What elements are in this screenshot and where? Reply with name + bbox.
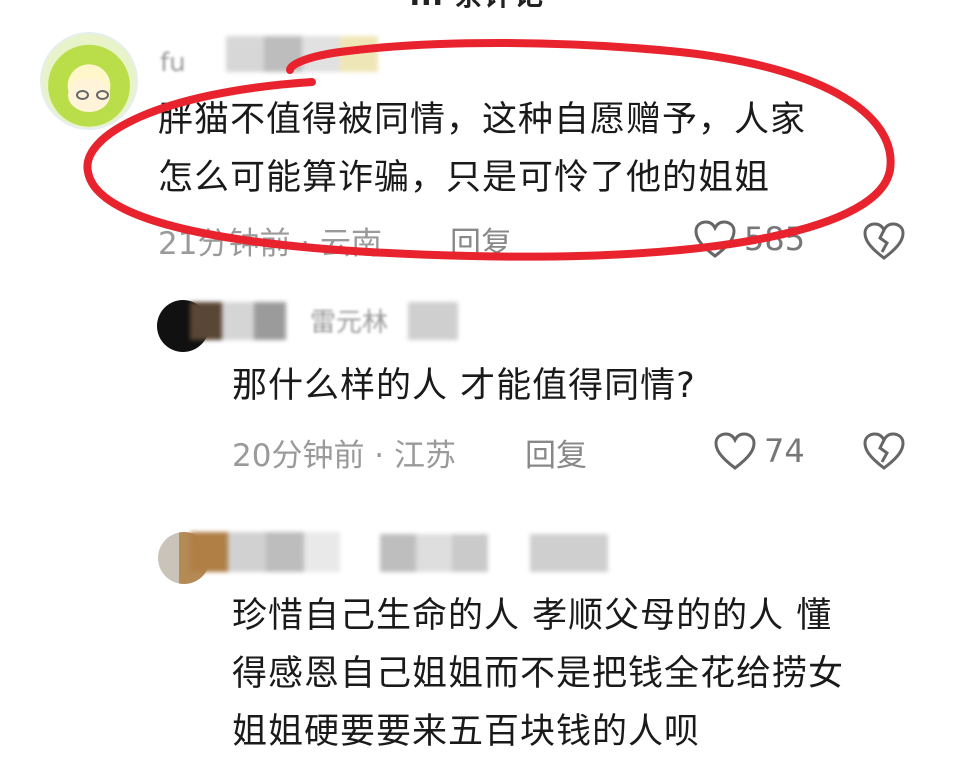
comment-text-line: 怎么可能算诈骗，只是可怜了他的姐姐 — [158, 158, 771, 198]
username-redaction — [408, 302, 458, 340]
username-redaction — [226, 36, 378, 72]
reply-button[interactable]: 回复 — [450, 218, 512, 263]
username-redaction — [380, 534, 488, 572]
comment-text-line: 姐姐硬要要来五百块钱的人呗 — [232, 712, 701, 752]
comment-meta: 20分钟前 · 江苏 — [232, 438, 457, 474]
avatar-eye — [76, 90, 89, 100]
comment-text-line: 珍惜自己生命的人 孝顺父母的的人 懂 — [232, 596, 833, 636]
username-redaction — [190, 532, 340, 572]
comment-meta: 21分钟前 · 云南 — [158, 226, 383, 262]
heart-icon[interactable] — [713, 432, 757, 472]
broken-heart-icon[interactable] — [862, 432, 906, 472]
broken-heart-icon[interactable] — [862, 222, 906, 262]
avatar[interactable] — [40, 32, 138, 130]
username-redaction — [530, 534, 608, 572]
comment-text-line: 那什么样的人 才能值得同情? — [232, 366, 696, 406]
username-redaction — [190, 302, 286, 340]
reply-button[interactable]: 回复 — [525, 430, 587, 475]
comment-count-header: ... 条评论 — [0, 0, 953, 16]
like-count: 585 — [744, 220, 806, 258]
username[interactable]: fu — [160, 48, 186, 78]
like-count: 74 — [764, 432, 805, 470]
comment-text-line: 得感恩自己姐姐而不是把钱全花给捞女 — [232, 654, 845, 694]
avatar-eye — [96, 90, 109, 100]
heart-icon[interactable] — [693, 220, 737, 260]
comment-text-line: 胖猫不值得被同情，这种自愿赠予，人家 — [158, 100, 807, 140]
username[interactable]: 雷元林 — [310, 302, 388, 339]
